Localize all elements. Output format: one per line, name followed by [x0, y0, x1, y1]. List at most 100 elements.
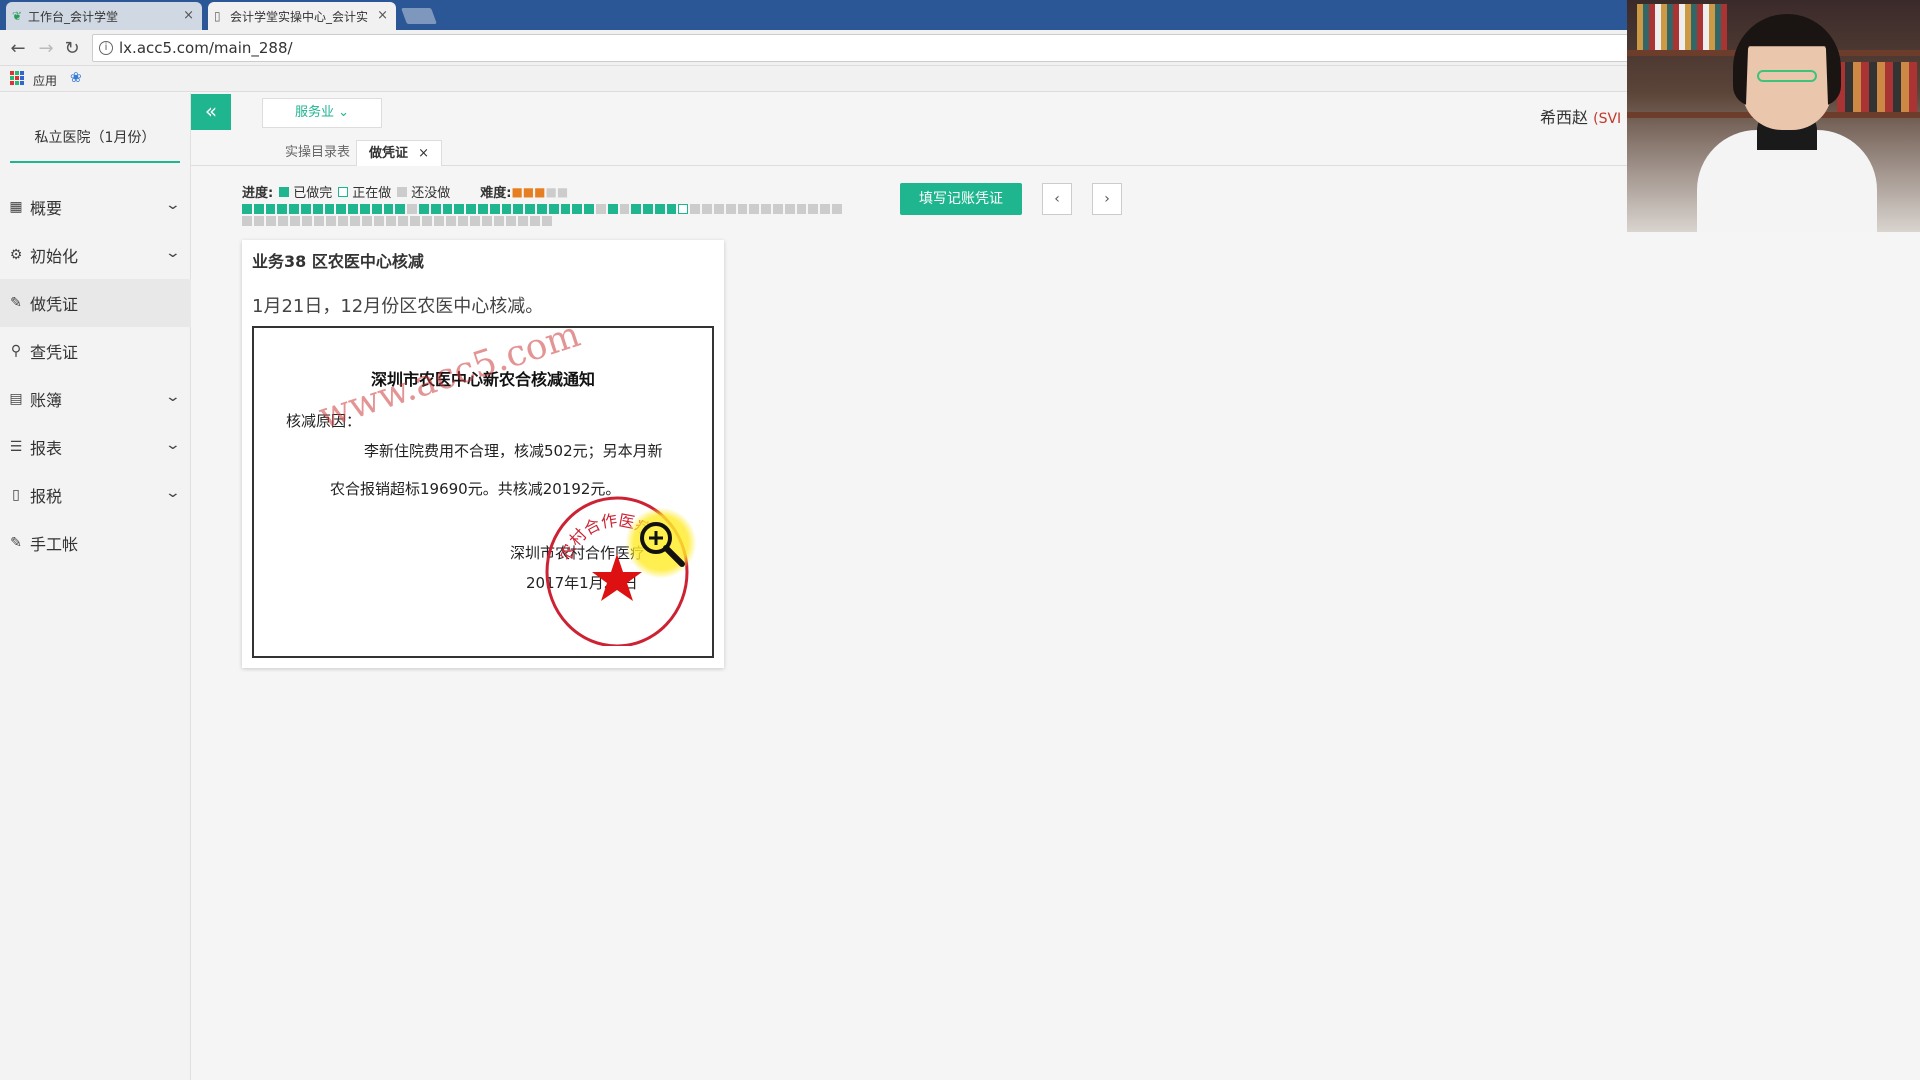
tab-make-voucher[interactable]: 做凭证 ×	[356, 140, 443, 166]
progress-cell[interactable]	[242, 204, 252, 214]
progress-cell[interactable]	[418, 204, 429, 214]
progress-cell[interactable]	[831, 204, 842, 214]
close-tab-icon[interactable]: ×	[418, 146, 429, 161]
progress-cell[interactable]	[542, 216, 552, 226]
progress-cell[interactable]	[820, 204, 830, 214]
progress-cell[interactable]	[348, 204, 358, 214]
progress-cell[interactable]	[314, 216, 324, 226]
progress-cell[interactable]	[470, 216, 480, 226]
progress-cell[interactable]	[702, 204, 712, 214]
sidebar-item-report[interactable]: ☰ 报表 ⌄	[0, 423, 191, 471]
sidebar-item-ledger[interactable]: ▤ 账簿 ⌄	[0, 375, 191, 423]
progress-cell[interactable]	[326, 216, 336, 226]
progress-cell[interactable]	[371, 204, 382, 214]
progress-cell[interactable]	[383, 204, 394, 214]
progress-cell[interactable]	[362, 216, 372, 226]
progress-cell[interactable]	[506, 216, 516, 226]
progress-cell[interactable]	[300, 204, 311, 214]
progress-cell[interactable]	[446, 216, 456, 226]
progress-cell[interactable]	[808, 204, 819, 214]
progress-cell[interactable]	[350, 216, 360, 226]
sidebar-item-tax[interactable]: ▯ 报税 ⌄	[0, 471, 191, 519]
progress-cell[interactable]	[595, 204, 606, 214]
progress-cell[interactable]	[359, 204, 370, 214]
progress-cell[interactable]	[386, 216, 396, 226]
progress-cell[interactable]	[690, 204, 701, 214]
progress-cell[interactable]	[501, 204, 512, 214]
progress-cell[interactable]	[749, 204, 760, 214]
progress-cell[interactable]	[643, 204, 653, 214]
progress-cell[interactable]	[407, 204, 417, 214]
progress-cell[interactable]	[525, 204, 535, 214]
progress-cell[interactable]	[572, 204, 583, 214]
tab-practice-catalog[interactable]: 实操目录表	[273, 140, 362, 166]
progress-cell[interactable]	[290, 216, 300, 226]
info-icon[interactable]: i	[99, 41, 113, 55]
progress-cell[interactable]	[277, 204, 288, 214]
url-input[interactable]: i lx.acc5.com/main_288/	[92, 34, 1632, 62]
progress-cell[interactable]	[560, 204, 571, 214]
progress-cell[interactable]	[536, 204, 547, 214]
reload-icon[interactable]: ↻	[62, 38, 82, 59]
browser-tab-practice[interactable]: ▯ 会计学堂实操中心_会计实 ×	[208, 2, 396, 30]
progress-cell[interactable]	[430, 204, 441, 214]
sidebar-item-query-voucher[interactable]: ⚲ 查凭证	[0, 327, 191, 375]
progress-cell[interactable]	[254, 216, 264, 226]
sidebar-item-make-voucher[interactable]: ✎ 做凭证	[0, 279, 191, 327]
progress-cell[interactable]	[548, 204, 559, 214]
progress-cell[interactable]	[482, 216, 492, 226]
progress-cell[interactable]	[530, 216, 540, 226]
progress-cell[interactable]	[398, 216, 408, 226]
paw-icon[interactable]: ❀	[70, 70, 82, 86]
progress-cell[interactable]	[442, 204, 453, 214]
zoom-lens-icon[interactable]	[626, 508, 696, 578]
progress-cell[interactable]	[410, 216, 420, 226]
back-arrow-icon[interactable]: ←	[8, 38, 28, 59]
new-tab-button[interactable]	[401, 8, 437, 24]
industry-dropdown[interactable]: 服务业 ⌄	[262, 98, 382, 128]
progress-cell[interactable]	[678, 204, 689, 214]
collapse-sidebar-button[interactable]: «	[191, 94, 231, 130]
apps-grid-icon[interactable]	[10, 71, 24, 85]
progress-cell[interactable]	[336, 204, 347, 214]
progress-cell[interactable]	[619, 204, 630, 214]
progress-cell[interactable]	[324, 204, 335, 214]
apps-bookmark[interactable]: 应用	[33, 72, 57, 89]
progress-cell[interactable]	[494, 216, 504, 226]
progress-cell[interactable]	[338, 216, 348, 226]
sidebar-item-init[interactable]: ⚙ 初始化 ⌄	[0, 231, 191, 279]
progress-cell[interactable]	[302, 216, 312, 226]
progress-cell[interactable]	[607, 204, 618, 214]
fill-voucher-button[interactable]: 填写记账凭证	[900, 183, 1022, 215]
progress-cell[interactable]	[666, 204, 677, 214]
progress-cell[interactable]	[513, 204, 524, 214]
progress-cell[interactable]	[631, 204, 642, 214]
progress-cell[interactable]	[489, 204, 500, 214]
forward-arrow-icon[interactable]: →	[36, 38, 56, 59]
progress-cell[interactable]	[761, 204, 771, 214]
progress-cell[interactable]	[466, 204, 476, 214]
sidebar-item-manual-ledger[interactable]: ✎ 手工帐	[0, 519, 191, 567]
user-name[interactable]: 希西赵 (SVI	[1540, 104, 1621, 128]
progress-cell[interactable]	[584, 204, 594, 214]
progress-cell[interactable]	[654, 204, 665, 214]
progress-cell[interactable]	[266, 216, 276, 226]
progress-cell[interactable]	[772, 204, 783, 214]
progress-cell[interactable]	[454, 204, 465, 214]
progress-cell[interactable]	[278, 216, 288, 226]
progress-cell[interactable]	[242, 216, 252, 226]
progress-cell[interactable]	[434, 216, 444, 226]
progress-cell[interactable]	[395, 204, 406, 214]
sidebar-item-overview[interactable]: ▦ 概要 ⌄	[0, 183, 191, 231]
progress-cell[interactable]	[796, 204, 807, 214]
progress-cell[interactable]	[518, 216, 528, 226]
progress-cell[interactable]	[312, 204, 323, 214]
progress-cell[interactable]	[374, 216, 384, 226]
close-tab-icon[interactable]: ×	[183, 8, 194, 23]
close-tab-icon[interactable]: ×	[377, 8, 388, 23]
company-name[interactable]: 私立医院（1月份）	[10, 127, 180, 163]
progress-cell[interactable]	[713, 204, 724, 214]
progress-cell[interactable]	[725, 204, 736, 214]
progress-cell[interactable]	[477, 204, 488, 214]
progress-cell[interactable]	[784, 204, 795, 214]
